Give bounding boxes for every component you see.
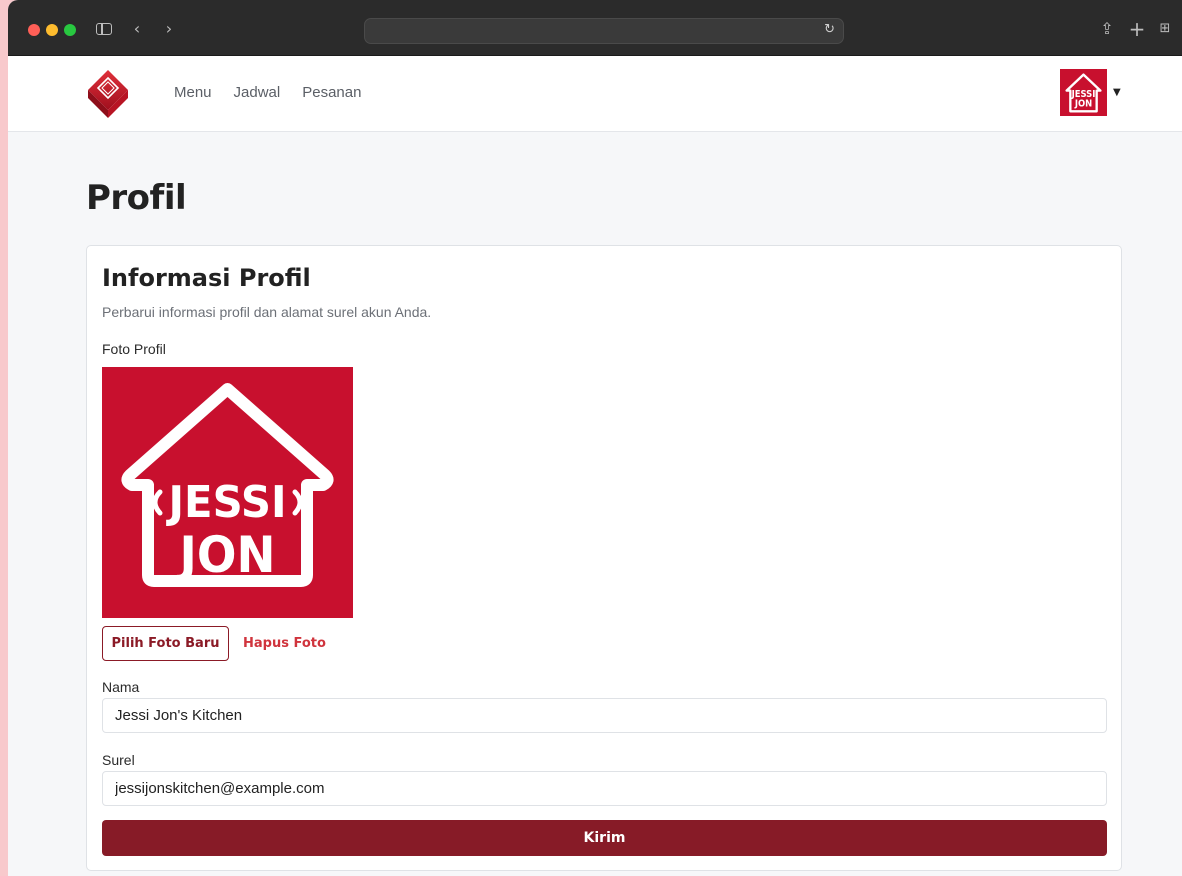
svg-text:JESSI: JESSI [166,477,287,528]
app-navbar: Menu Jadwal Pesanan JESSI JON ▼ [8,56,1182,132]
sidebar-toggle-icon[interactable] [94,18,116,40]
name-label: Nama [102,679,140,695]
card-description: Perbarui informasi profil dan alamat sur… [102,304,432,320]
nav-link-pesanan[interactable]: Pesanan [302,84,361,101]
choose-new-photo-button[interactable]: Pilih Foto Baru [102,626,229,661]
remove-photo-button[interactable]: Hapus Foto [243,626,326,661]
chevron-down-icon: ▼ [1113,86,1121,98]
browser-window: ‹ › ↻ ⇪ + ⊞ Menu Jadwal Pesanan JESSI JO… [8,0,1182,876]
nav-link-jadwal[interactable]: Jadwal [234,84,281,101]
svg-text:JON: JON [1074,98,1092,109]
svg-text:JON: JON [177,526,276,584]
user-menu-dropdown[interactable]: JESSI JON ▼ [1060,68,1121,116]
share-icon[interactable]: ⇪ [1096,18,1118,40]
reload-icon[interactable]: ↻ [824,22,835,37]
tab-overview-icon[interactable]: ⊞ [1154,18,1176,40]
email-label: Surel [102,752,135,768]
zoom-window-button[interactable] [64,24,76,36]
name-input[interactable] [102,698,1107,733]
profile-photo: JESSI JON [102,367,353,618]
page-title: Profil [86,178,187,218]
submit-button[interactable]: Kirim [102,820,1107,856]
browser-toolbar: ‹ › ↻ ⇪ + ⊞ [8,0,1182,56]
main-nav: Menu Jadwal Pesanan [174,84,361,101]
close-window-button[interactable] [28,24,40,36]
photo-label: Foto Profil [102,341,166,357]
brand-logo-icon[interactable] [86,68,130,120]
email-input[interactable] [102,771,1107,806]
profile-information-card: Informasi Profil Perbarui informasi prof… [86,245,1122,871]
back-icon[interactable]: ‹ [126,18,148,40]
minimize-window-button[interactable] [46,24,58,36]
address-bar[interactable]: ↻ [364,18,844,44]
nav-link-menu[interactable]: Menu [174,84,212,101]
new-tab-icon[interactable]: + [1126,18,1148,40]
forward-icon[interactable]: › [158,18,180,40]
card-title: Informasi Profil [102,264,311,292]
avatar: JESSI JON [1060,68,1107,116]
